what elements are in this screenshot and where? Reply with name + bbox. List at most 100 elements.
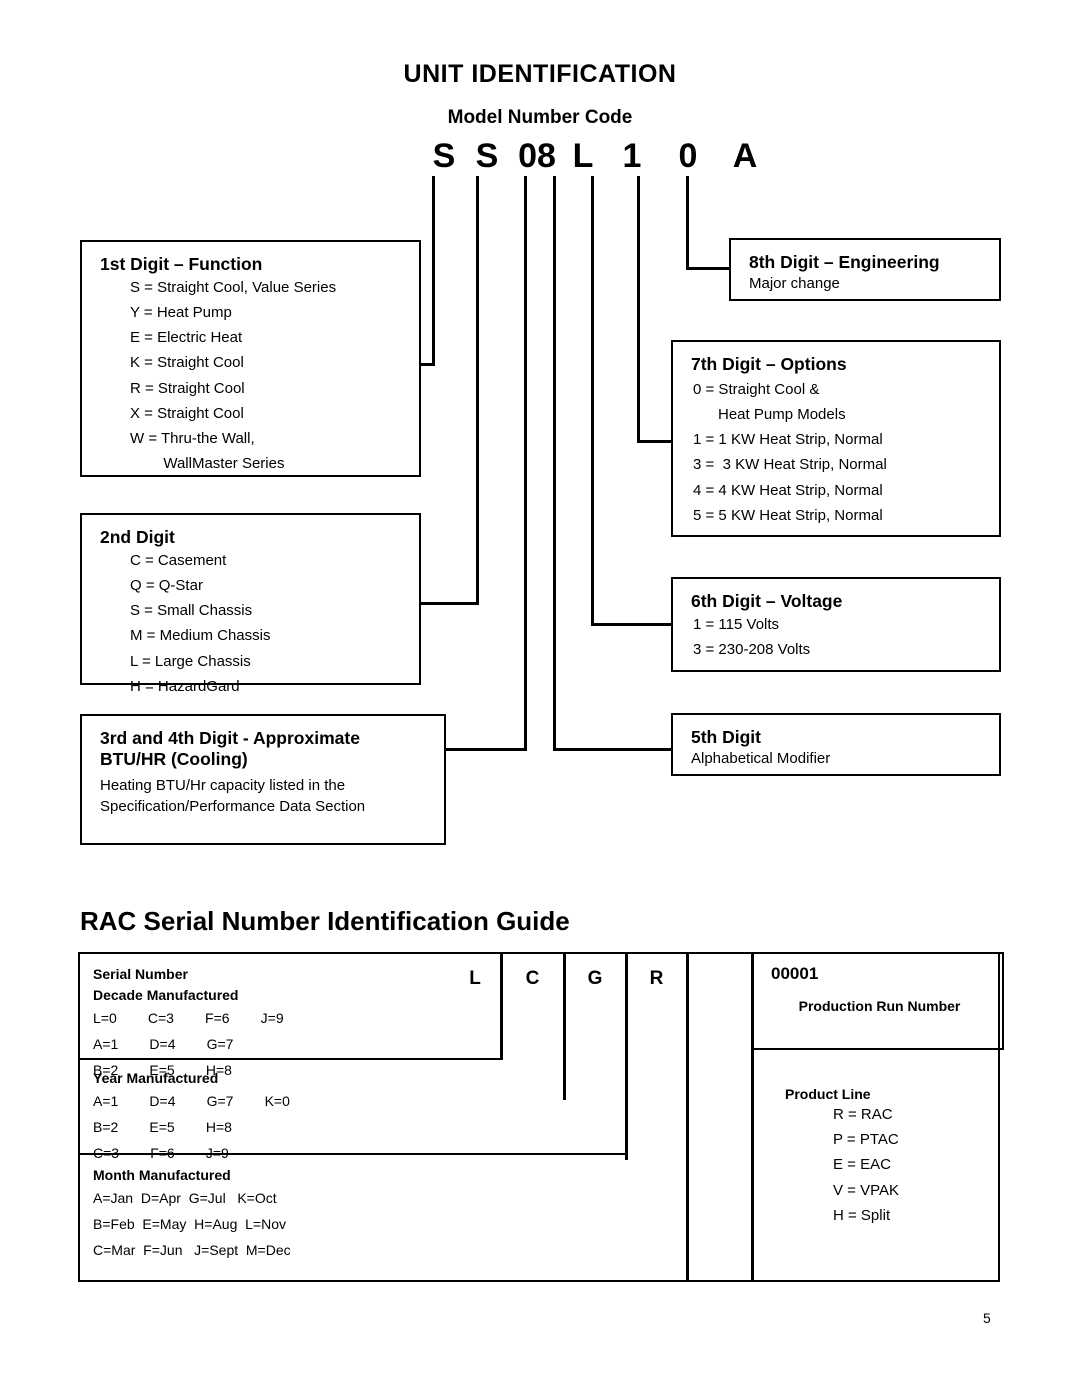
list-item: R = RAC [833,1106,893,1123]
box-8th-digit-engineering: 8th Digit – Engineering Major change [729,238,1001,301]
box-6th-digit-heading: 6th Digit – Voltage [691,591,843,611]
list-item: E = EAC [833,1156,891,1174]
box-3rd-4th-heading: 3rd and 4th Digit - Approximate BTU/HR (… [100,728,360,770]
page-title: UNIT IDENTIFICATION [403,60,677,88]
model-digit-1: S [432,137,456,175]
connector-digit5-horizontal [553,748,673,751]
model-digit-8: A [732,137,758,175]
box-2nd-digit-heading: 2nd Digit [100,527,175,547]
serial-year-content: Year Manufactured A=1 D=4 G=7 K=0 B=2 E=… [93,1068,493,1167]
list-item: X = Straight Cool [130,404,244,422]
box-5th-digit: 5th Digit Alphabetical Modifier [671,713,1001,776]
box-7th-digit-heading: 7th Digit – Options [691,354,847,374]
month-manufactured-label: Month Manufactured [93,1167,231,1183]
year-row: A=1 D=4 G=7 K=0 [93,1093,290,1109]
model-digit-3-4: 08 [518,137,556,175]
serial-code-cell-product-line: R [649,968,664,989]
box-2nd-digit-list: C = Casement Q = Q-Star S = Small Chassi… [100,548,405,698]
list-item: Heat Pump Models [693,406,846,424]
serial-month-content: Month Manufactured A=Jan D=Apr G=Jul K=O… [93,1165,513,1264]
list-item: S = Small Chassis [130,602,253,620]
box-6th-digit-voltage: 6th Digit – Voltage 1 = 115 Volts 3 = 23… [671,577,1001,672]
model-digit-7: 0 [678,137,698,175]
box-1st-digit-list: S = Straight Cool, Value Series Y = Heat… [100,275,405,475]
connector-digit8-vertical [686,176,689,270]
product-line-content: Product Line R = RAC P = PTAC E = EAC V … [785,1086,995,1228]
decade-row: A=1 D=4 G=7 [93,1035,234,1052]
list-item: V = VPAK [833,1181,900,1199]
box-3rd-4th-digit: 3rd and 4th Digit - Approximate BTU/HR (… [80,714,446,845]
list-item: P = PTAC [833,1131,899,1149]
connector-digit1-vertical [432,176,435,366]
list-item: 5 = 5 KW Heat Strip, Normal [693,506,883,524]
list-item: 3 = 230-208 Volts [693,641,811,659]
month-row: B=Feb E=May H=Aug L=Nov [93,1215,286,1232]
product-line-label: Product Line [785,1086,871,1102]
list-item: 4 = 4 KW Heat Strip, Normal [693,481,883,499]
list-item: W = Thru-the Wall, [130,429,255,447]
box-5th-digit-heading: 5th Digit [691,727,761,747]
list-item: Y = Heat Pump [130,304,232,322]
year-row: B=2 E=5 H=8 [93,1118,232,1135]
month-row: A=Jan D=Apr G=Jul K=Oct [93,1190,277,1206]
list-item: 0 = Straight Cool & [693,381,820,399]
production-run-box: 00001 Production Run Number [751,952,1004,1050]
decade-manufactured-label: Decade Manufactured [93,987,239,1003]
list-item: R = Straight Cool [130,379,245,397]
list-item: 3 = 3 KW Heat Strip, Normal [693,456,887,474]
connector-digit7-horizontal [637,440,673,443]
serial-decade-content: Serial Number Decade Manufactured L=0 C=… [93,964,493,1084]
box-8th-digit-heading: 8th Digit – Engineering [749,252,940,272]
year-row: C=3 F=6 J=9 [93,1144,229,1161]
model-number-code: S S 08 L 1 0 A [0,136,1080,176]
list-item: K = Straight Cool [130,354,244,372]
product-line-list: R = RAC P = PTAC E = EAC V = VPAK H = Sp… [785,1102,995,1228]
box-7th-digit-list: 0 = Straight Cool & Heat Pump Models 1 =… [691,377,985,527]
connector-digit5-vertical [553,176,556,751]
decade-row: L=0 C=3 F=6 J=9 [93,1010,284,1026]
connector-digit34-horizontal [444,748,527,751]
serial-guide-heading: RAC Serial Number Identification Guide [80,906,570,936]
list-item: S = Straight Cool, Value Series [130,279,337,297]
connector-digit34-vertical [524,176,527,751]
page-subtitle: Model Number Code [447,107,633,128]
box-1st-digit-heading: 1st Digit – Function [100,254,263,274]
connector-digit6-vertical [591,176,594,626]
connector-digit7-vertical [637,176,640,443]
list-item: L = Large Chassis [130,652,251,670]
list-item: WallMaster Series [130,454,285,472]
connector-digit2-vertical [476,176,479,605]
month-row: C=Mar F=Jun J=Sept M=Dec [93,1241,291,1258]
list-item: C = Casement [130,552,227,570]
year-manufactured-label: Year Manufactured [93,1070,219,1086]
list-item: 1 = 1 KW Heat Strip, Normal [693,431,883,449]
list-item: 1 = 115 Volts [693,616,780,634]
serial-number-table: Serial Number Decade Manufactured L=0 C=… [78,952,1004,1282]
connector-digit6-horizontal [591,623,673,626]
list-item: H = Split [833,1206,891,1224]
list-item: Q = Q-Star [130,577,203,595]
box-6th-digit-list: 1 = 115 Volts 3 = 230-208 Volts [691,612,985,662]
production-run-label: Production Run Number [798,998,961,1014]
page-number: 5 [983,1310,991,1326]
page-root: UNIT IDENTIFICATION Model Number Code S … [0,0,1080,1397]
connector-digit8-horizontal [686,267,732,270]
box-3rd-4th-body-line2: Specification/Performance Data Section [100,798,366,816]
box-5th-digit-body: Alphabetical Modifier [691,750,831,768]
box-3rd-4th-body-line1: Heating BTU/Hr capacity listed in the [100,776,346,794]
list-item: H = HazardGard [130,677,240,695]
model-digit-2: S [475,137,499,175]
serial-code-cell-month: G [587,968,603,989]
box-2nd-digit: 2nd Digit C = Casement Q = Q-Star S = Sm… [80,513,421,695]
production-run-value: 00001 [771,964,819,983]
list-item: M = Medium Chassis [130,627,271,645]
serial-number-label: Serial Number [93,966,188,982]
box-8th-digit-body: Major change [749,275,840,293]
box-7th-digit-options: 7th Digit – Options 0 = Straight Cool & … [671,340,1001,537]
list-item: E = Electric Heat [130,329,243,347]
serial-code-cell-year: C [525,968,540,989]
box-1st-digit-function: 1st Digit – Function S = Straight Cool, … [80,240,421,477]
connector-digit2-horizontal [418,602,478,605]
model-digit-6: 1 [622,137,642,175]
serial-code-cell-decade: L [469,968,481,989]
